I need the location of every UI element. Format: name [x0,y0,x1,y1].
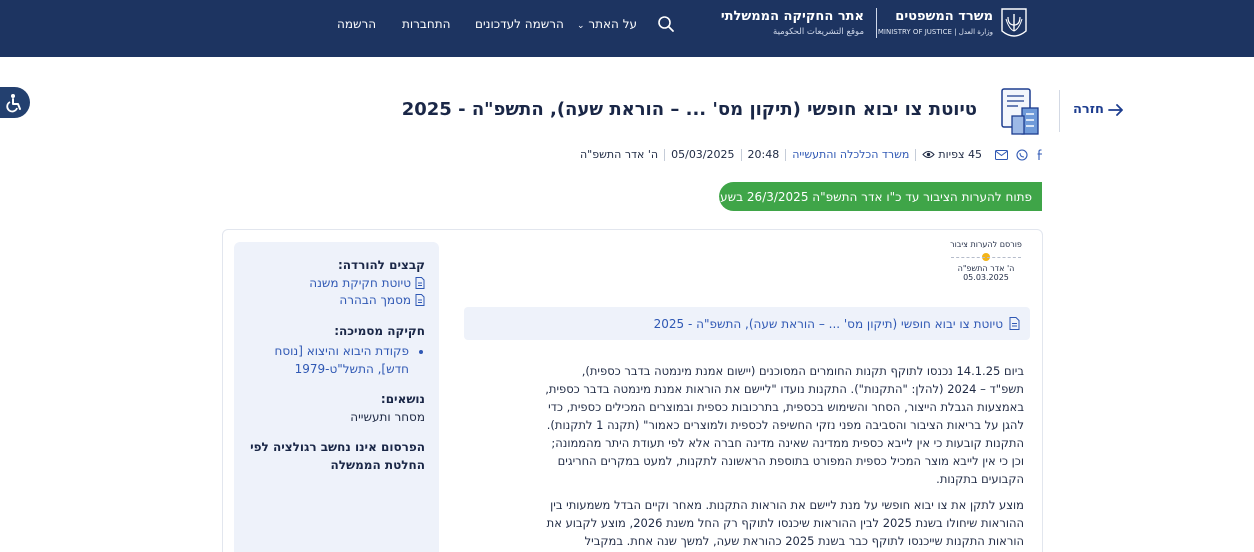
meta-divider [915,148,917,161]
file-label: מסמך הבהרה [339,293,411,307]
document-building-icon [1001,88,1039,135]
back-link[interactable]: חזרה [1073,102,1124,117]
public-comments-banner: פתוח להערות הציבור עד כ"ו אדר התשפ"ה 26/… [674,182,1042,211]
meta-divider [785,148,787,161]
chevron-down-icon: ⌄ [577,21,585,31]
meta-divider [740,148,742,161]
stamp-date: 05.03.2025 [963,273,1009,282]
file-icon [415,277,425,289]
nav-login[interactable]: התחברות [402,17,450,31]
meta-row: ה' אדר התשפ"ה 05/03/2025 20:48 משרד הכלכ… [580,148,1044,161]
document-link-label: טיוטת צו יבוא חופשי (תיקון מס' ... – הור… [653,316,1003,331]
file-link-draft[interactable]: טיוטת חקיקת משנה [248,276,425,290]
stamp-title: פורסם להערות ציבור [950,240,1022,249]
file-link-clarification[interactable]: מסמך הבהרה [248,293,425,307]
authorizing-law-link[interactable]: פקודת היבוא והיצוא [נוסח חדש], התשל"ט-19… [248,342,410,378]
back-label: חזרה [1073,102,1104,117]
meta-office-link[interactable]: משרד הכלכלה והתעשייה [792,148,909,161]
explanatory-text: ביום 14.1.25 נכנסו לתוקף תקנות החומרים ה… [545,362,1024,552]
topics-title: נושאים: [380,392,425,406]
meta-hebrew-date: ה' אדר התשפ"ה [580,148,659,161]
share-icons [995,148,1044,161]
page-title: טיוטת צו יבוא חופשי (תיקון מס' ... – הור… [401,99,977,120]
nav-register[interactable]: הרשמה [337,17,376,31]
nav-about-label: על האתר [588,17,638,31]
site-title: אתר החקיקה הממשלתי [720,9,864,24]
meta-views: 45 צפיות [922,148,982,161]
authorizing-list: פקודת היבוא והיצוא [נוסח חדש], התשל"ט-19… [248,342,425,378]
views-count: 45 צפיות [938,148,982,161]
document-download-link[interactable]: טיוטת צו יבוא חופשי (תיקון מס' ... – הור… [464,307,1030,340]
details-sidebar: קבצים להורדה: טיוטת חקיקת משנה מסמך הבהר… [234,242,439,552]
meta-divider [664,148,666,161]
files-title: קבצים להורדה: [338,258,425,272]
search-icon[interactable] [657,15,675,33]
facebook-share-icon[interactable] [1036,148,1044,161]
whatsapp-share-icon[interactable] [1016,148,1028,161]
file-icon [415,294,425,306]
paragraph: מוצע לתקן את צו יבוא חופשי על מנת ליישם … [546,498,1024,548]
back-divider [1059,90,1060,132]
nav-about-dropdown[interactable]: ⌄ על האתר [577,17,637,31]
paragraph: ביום 14.1.25 נכנסו לתוקף תקנות החומרים ה… [545,364,1024,486]
email-share-icon[interactable] [995,149,1008,160]
ministry-subtitle: MINISTRY OF JUSTICE | وزارة العدل [877,28,993,36]
file-icon [1009,317,1020,330]
top-header: הרשמה התחברות הרשמה לעדכונים ⌄ על האתר א… [0,0,1254,57]
ministry-name: משרד המשפטים [895,9,993,24]
file-label: טיוטת חקיקת משנה [309,276,411,290]
brand-divider [876,8,877,38]
arrow-right-icon [1108,103,1123,116]
meta-date: 05/03/2025 [671,148,735,161]
stamp-hebrew-date: ה' אדר התשפ"ה [957,264,1015,273]
accessibility-icon [6,93,21,112]
stamp-line [951,257,1021,258]
authorizing-title: חקיקה מסמיכה: [334,324,425,338]
regulation-note: הפרסום אינו נחשב רגולציה לפי החלטת הממשל… [250,440,425,472]
meta-spacer [988,149,989,161]
publication-stamp: פורסם להערות ציבור ה' אדר התשפ"ה 05.03.2… [940,240,1032,292]
nav-subscribe[interactable]: הרשמה לעדכונים [475,17,564,31]
site-subtitle: موقع التشريعات الحكومية [773,27,864,37]
topics-value: מסחר ותעשייה [350,410,425,424]
state-emblem-icon [1001,8,1027,37]
accessibility-button[interactable] [0,87,30,118]
meta-time: 20:48 [747,148,780,161]
eye-icon [922,151,936,158]
site-brand[interactable]: אתר החקיקה הממשלתי موقع التشريعات الحكوم… [721,6,1031,42]
